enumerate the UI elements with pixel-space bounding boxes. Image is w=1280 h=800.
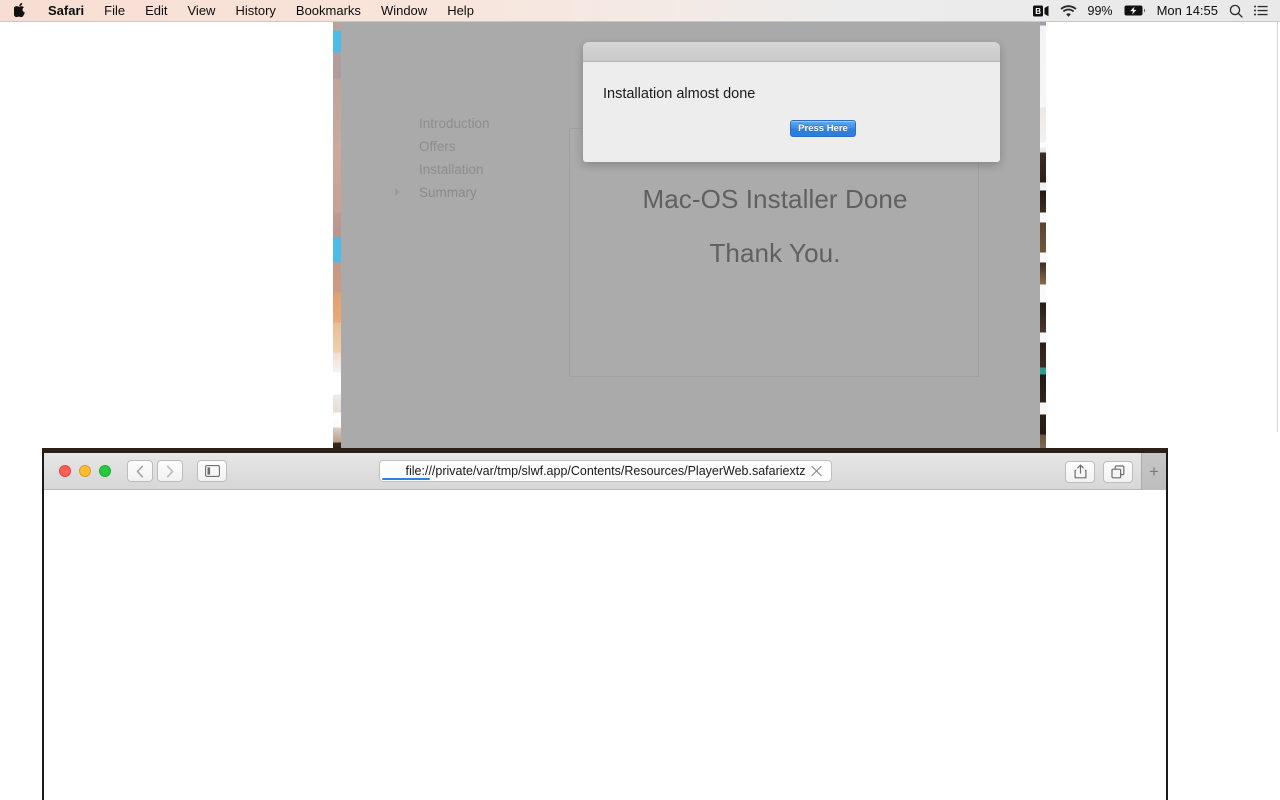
search-icon[interactable] xyxy=(1229,4,1243,18)
back-button[interactable] xyxy=(127,460,153,482)
background-page-right-sliver xyxy=(1040,22,1046,452)
window-controls xyxy=(44,465,111,477)
navigation-buttons xyxy=(127,460,183,482)
installer-step-list: Introduction Offers Installation Summary xyxy=(395,112,567,204)
installer-step-label: Installation xyxy=(419,162,484,177)
installer-step-label: Offers xyxy=(419,139,456,154)
mac-menu-bar: Safari File Edit View History Bookmarks … xyxy=(0,0,1280,22)
minimize-window-icon[interactable] xyxy=(79,465,91,477)
installer-subline: Thank You. xyxy=(709,238,841,268)
background-page-right-area xyxy=(1046,22,1280,452)
safari-page-content xyxy=(44,490,1166,800)
menu-item-bookmarks[interactable]: Bookmarks xyxy=(286,0,371,22)
zoom-window-icon[interactable] xyxy=(99,465,111,477)
safari-toolbar: file:///private/var/tmp/slwf.app/Content… xyxy=(44,453,1166,490)
share-icon xyxy=(1074,464,1086,479)
wifi-icon[interactable] xyxy=(1060,4,1077,17)
menu-item-window[interactable]: Window xyxy=(371,0,437,22)
menu-item-help[interactable]: Help xyxy=(437,0,484,22)
installer-content-panel: Mac-OS Installer Done Thank You. xyxy=(569,128,979,377)
installation-dialog: Installation almost done Press Here xyxy=(583,42,1000,162)
installer-headline: Mac-OS Installer Done xyxy=(642,184,908,214)
stop-loading-button[interactable] xyxy=(810,465,823,478)
show-all-tabs-button[interactable] xyxy=(1103,460,1133,483)
sidebar-toggle-icon xyxy=(204,465,220,477)
dialog-titlebar[interactable] xyxy=(583,42,1000,62)
battery-charging-icon[interactable] xyxy=(1124,5,1146,16)
forward-button[interactable] xyxy=(157,460,183,482)
screen: Safari File Edit View History Bookmarks … xyxy=(0,0,1280,800)
background-page-divider xyxy=(1277,22,1278,432)
menu-item-edit[interactable]: Edit xyxy=(135,0,177,22)
address-bar-wrapper: file:///private/var/tmp/slwf.app/Content… xyxy=(379,460,832,482)
show-all-tabs-icon xyxy=(1111,464,1125,478)
dialog-message: Installation almost done xyxy=(603,86,756,102)
new-tab-button[interactable]: + xyxy=(1141,453,1166,490)
press-here-button[interactable]: Press Here xyxy=(790,120,856,137)
installer-sidebar: Introduction Offers Installation Summary xyxy=(341,22,570,452)
apple-logo-icon[interactable] xyxy=(12,2,38,17)
menu-item-file[interactable]: File xyxy=(94,0,135,22)
menu-bar-clock[interactable]: Mon 14:55 xyxy=(1157,3,1218,18)
close-x-icon xyxy=(811,465,822,477)
menu-bar-status-items: B 99% Mon 14:55 xyxy=(1032,3,1280,18)
battery-percent-label: 99% xyxy=(1087,3,1113,18)
close-window-icon[interactable] xyxy=(59,465,71,477)
menu-item-safari[interactable]: Safari xyxy=(38,0,94,22)
menu-item-history[interactable]: History xyxy=(225,0,285,22)
svg-text:B: B xyxy=(1035,7,1041,16)
dialog-body: Installation almost done Press Here xyxy=(583,62,1000,162)
chevron-right-icon xyxy=(166,464,174,477)
address-bar[interactable]: file:///private/var/tmp/slwf.app/Content… xyxy=(379,460,832,482)
share-button[interactable] xyxy=(1065,460,1095,483)
menu-bar-items: Safari File Edit View History Bookmarks … xyxy=(0,0,484,22)
display-mirroring-icon[interactable]: B xyxy=(1032,5,1049,17)
installer-step-label: Introduction xyxy=(419,116,490,131)
list-menu-icon[interactable] xyxy=(1254,5,1268,17)
installer-step-label: Summary xyxy=(419,185,477,200)
installer-step-summary[interactable]: Summary xyxy=(395,181,567,204)
toolbar-right-buttons: + xyxy=(1065,453,1166,490)
address-bar-text: file:///private/var/tmp/slwf.app/Content… xyxy=(405,464,806,478)
page-load-progress-bar xyxy=(382,478,430,480)
menu-item-view[interactable]: View xyxy=(178,0,226,22)
background-page-left-sliver xyxy=(333,22,341,452)
installer-step-offers[interactable]: Offers xyxy=(407,135,567,158)
chevron-left-icon xyxy=(136,464,144,477)
safari-window: file:///private/var/tmp/slwf.app/Content… xyxy=(42,448,1168,800)
sidebar-toggle-button[interactable] xyxy=(197,460,227,482)
installer-step-introduction[interactable]: Introduction xyxy=(407,112,567,135)
installer-step-installation[interactable]: Installation xyxy=(407,158,567,181)
current-step-triangle-icon xyxy=(395,188,400,196)
